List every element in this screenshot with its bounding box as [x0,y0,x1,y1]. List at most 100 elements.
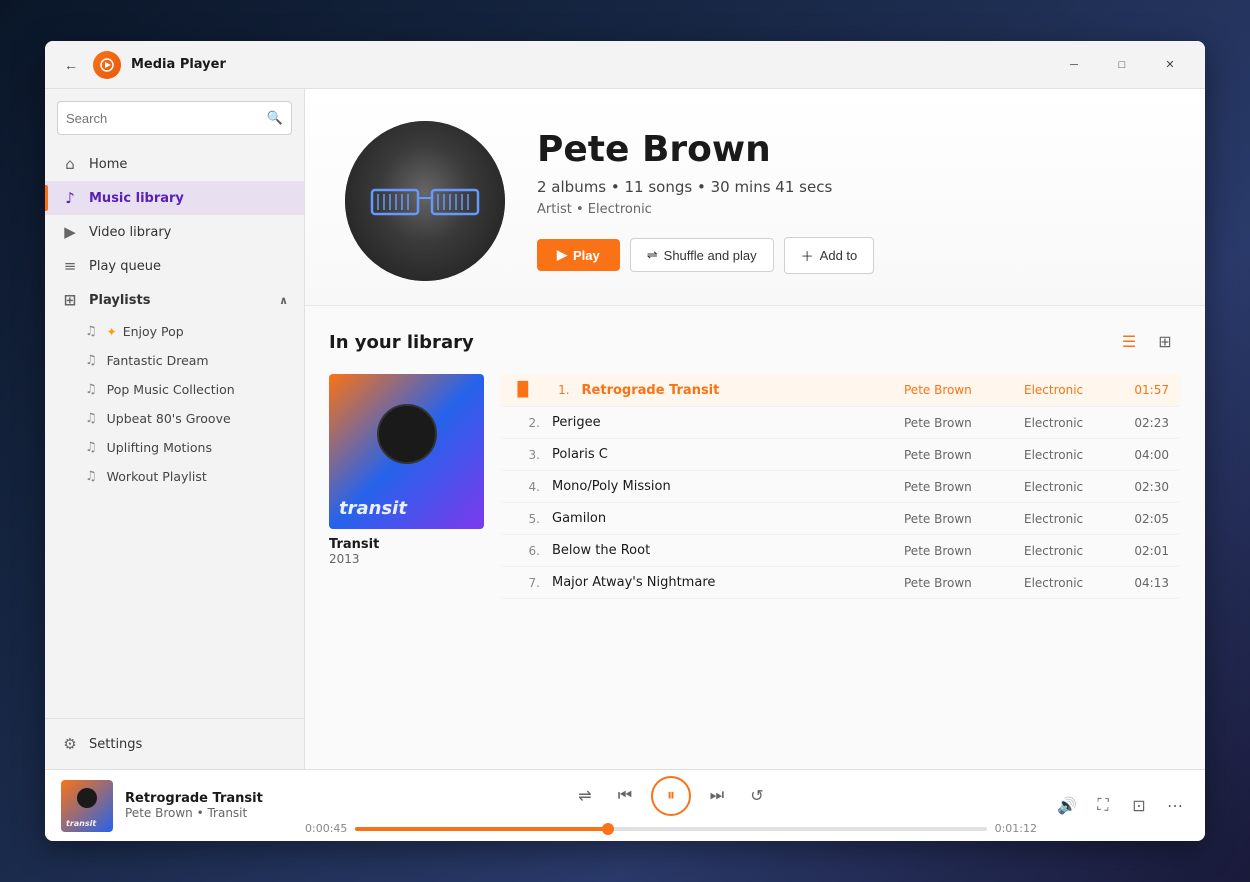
add-to-button[interactable]: ＋ Add to [784,237,875,274]
more-options-button[interactable]: ⋯ [1161,792,1189,820]
play-icon: ▶ [557,247,567,263]
playback-controls: ⇌ ⏮ ⏸ ⏭ ↺ [571,776,771,816]
album-art-circle [377,404,437,464]
list-view-button[interactable]: ☰ [1113,326,1145,358]
track-number: 4. [512,480,540,494]
miniplayer-button[interactable]: ⊡ [1125,792,1153,820]
music-icon: ♪ [61,189,79,207]
playlists-section-header[interactable]: ⊞ Playlists ∧ [45,283,304,317]
volume-button[interactable]: 🔊 [1053,792,1081,820]
playlist-icon: ♫ [85,353,97,368]
track-name: Major Atway's Nightmare [552,575,904,590]
sidebar-item-music-library[interactable]: ♪ Music library [45,181,304,215]
play-button[interactable]: ▶ Play [537,239,620,271]
pause-button[interactable]: ⏸ [651,776,691,816]
track-duration: 02:05 [1124,512,1169,526]
close-button[interactable]: ✕ [1147,49,1193,81]
shuffle-play-button[interactable]: ⇌ Shuffle and play [630,238,774,272]
playlist-fantastic-dream-label: Fantastic Dream [107,353,209,368]
playlists-label: Playlists [89,293,150,308]
sidebar-item-play-queue[interactable]: ≡ Play queue [45,249,304,283]
artist-header: Pete Brown 2 albums • 11 songs • 30 mins… [305,89,1205,306]
playlist-icon: ♫ [85,469,97,484]
library-title: In your library [329,332,474,353]
track-row[interactable]: 4. Mono/Poly Mission Pete Brown Electron… [500,471,1181,503]
track-row[interactable]: 5. Gamilon Pete Brown Electronic 02:05 [500,503,1181,535]
search-bar[interactable]: 🔍 [57,101,292,135]
track-genre: Electronic [1024,512,1124,526]
track-name: Retrograde Transit [582,383,904,398]
avatar-glasses-icon [370,188,480,216]
sidebar-item-fantastic-dream[interactable]: ♫ Fantastic Dream [45,346,304,375]
playlist-upbeat-label: Upbeat 80's Groove [107,411,231,426]
sidebar-item-upbeat-80s[interactable]: ♫ Upbeat 80's Groove [45,404,304,433]
playlist-pop-music-label: Pop Music Collection [107,382,235,397]
sidebar-item-home[interactable]: ⌂ Home [45,147,304,181]
track-row[interactable]: 3. Polaris C Pete Brown Electronic 04:00 [500,439,1181,471]
track-genre: Electronic [1024,416,1124,430]
track-duration: 04:13 [1124,576,1169,590]
nowplaying-thumbnail: transit [61,780,113,832]
search-icon: 🔍 [267,111,283,126]
artist-actions: ▶ Play ⇌ Shuffle and play ＋ Add to [537,237,1165,274]
album-art: transit [329,374,484,529]
sidebar-item-uplifting-motions[interactable]: ♫ Uplifting Motions [45,433,304,462]
next-button[interactable]: ⏭ [703,782,731,810]
track-duration: 02:30 [1124,480,1169,494]
app-window: ← Media Player ─ □ ✕ 🔍 ⌂ Home [45,41,1205,841]
sidebar-item-music-label: Music library [89,191,184,206]
current-time: 0:00:45 [305,822,347,835]
playlist-enjoy-pop-label: Enjoy Pop [123,324,184,339]
back-button[interactable]: ← [57,51,85,79]
nowplaying-title: Retrograde Transit [125,791,285,806]
sidebar-item-enjoy-pop[interactable]: ♫ ✦ Enjoy Pop [45,317,304,346]
nowplaying-bar: transit Retrograde Transit Pete Brown • … [45,769,1205,841]
home-icon: ⌂ [61,155,79,173]
sidebar-settings-label: Settings [89,737,142,752]
nowplaying-right-controls: 🔊 ⛶ ⊡ ⋯ [1053,792,1189,820]
window-controls: ─ □ ✕ [1051,49,1193,81]
artist-name: Pete Brown [537,129,1165,170]
track-genre: Electronic [1024,544,1124,558]
shuffle-button[interactable]: ⇌ [571,782,599,810]
previous-button[interactable]: ⏮ [611,782,639,810]
track-row[interactable]: 7. Major Atway's Nightmare Pete Brown El… [500,567,1181,599]
queue-icon: ≡ [61,257,79,275]
grid-view-button[interactable]: ⊞ [1149,326,1181,358]
artist-meta: 2 albums • 11 songs • 30 mins 41 secs [537,178,1165,196]
sidebar-item-workout-playlist[interactable]: ♫ Workout Playlist [45,462,304,491]
album-card[interactable]: transit Transit 2013 [329,374,484,566]
artist-info: Pete Brown 2 albums • 11 songs • 30 mins… [537,129,1165,274]
app-title: Media Player [131,57,1051,72]
search-input[interactable] [66,111,267,126]
track-row[interactable]: 6. Below the Root Pete Brown Electronic … [500,535,1181,567]
album-art-label: transit [339,498,407,519]
track-row[interactable]: ▐▌ 1. Retrograde Transit Pete Brown Elec… [500,374,1181,407]
progress-track[interactable] [355,827,986,831]
track-artist: Pete Brown [904,416,1024,430]
track-duration: 02:23 [1124,416,1169,430]
logo-icon [99,57,115,73]
sidebar-item-pop-music-collection[interactable]: ♫ Pop Music Collection [45,375,304,404]
playlist-workout-label: Workout Playlist [107,469,207,484]
minimize-button[interactable]: ─ [1051,49,1097,81]
fullscreen-button[interactable]: ⛶ [1089,792,1117,820]
repeat-button[interactable]: ↺ [743,782,771,810]
sidebar-item-video-library[interactable]: ▶ Video library [45,215,304,249]
playlist-icon: ♫ [85,440,97,455]
track-name: Polaris C [552,447,904,462]
album-year: 2013 [329,552,484,566]
track-number: 5. [512,512,540,526]
track-genre: Electronic [1024,576,1124,590]
titlebar: ← Media Player ─ □ ✕ [45,41,1205,89]
nowplaying-info: Retrograde Transit Pete Brown • Transit [125,791,285,820]
track-name: Gamilon [552,511,904,526]
track-number: 3. [512,448,540,462]
track-name: Mono/Poly Mission [552,479,904,494]
playlist-icon: ♫ [85,382,97,397]
track-genre: Electronic [1024,383,1124,397]
track-number: 1. [542,383,570,397]
maximize-button[interactable]: □ [1099,49,1145,81]
sidebar-item-settings[interactable]: ⚙ Settings [45,727,304,761]
track-row[interactable]: 2. Perigee Pete Brown Electronic 02:23 [500,407,1181,439]
